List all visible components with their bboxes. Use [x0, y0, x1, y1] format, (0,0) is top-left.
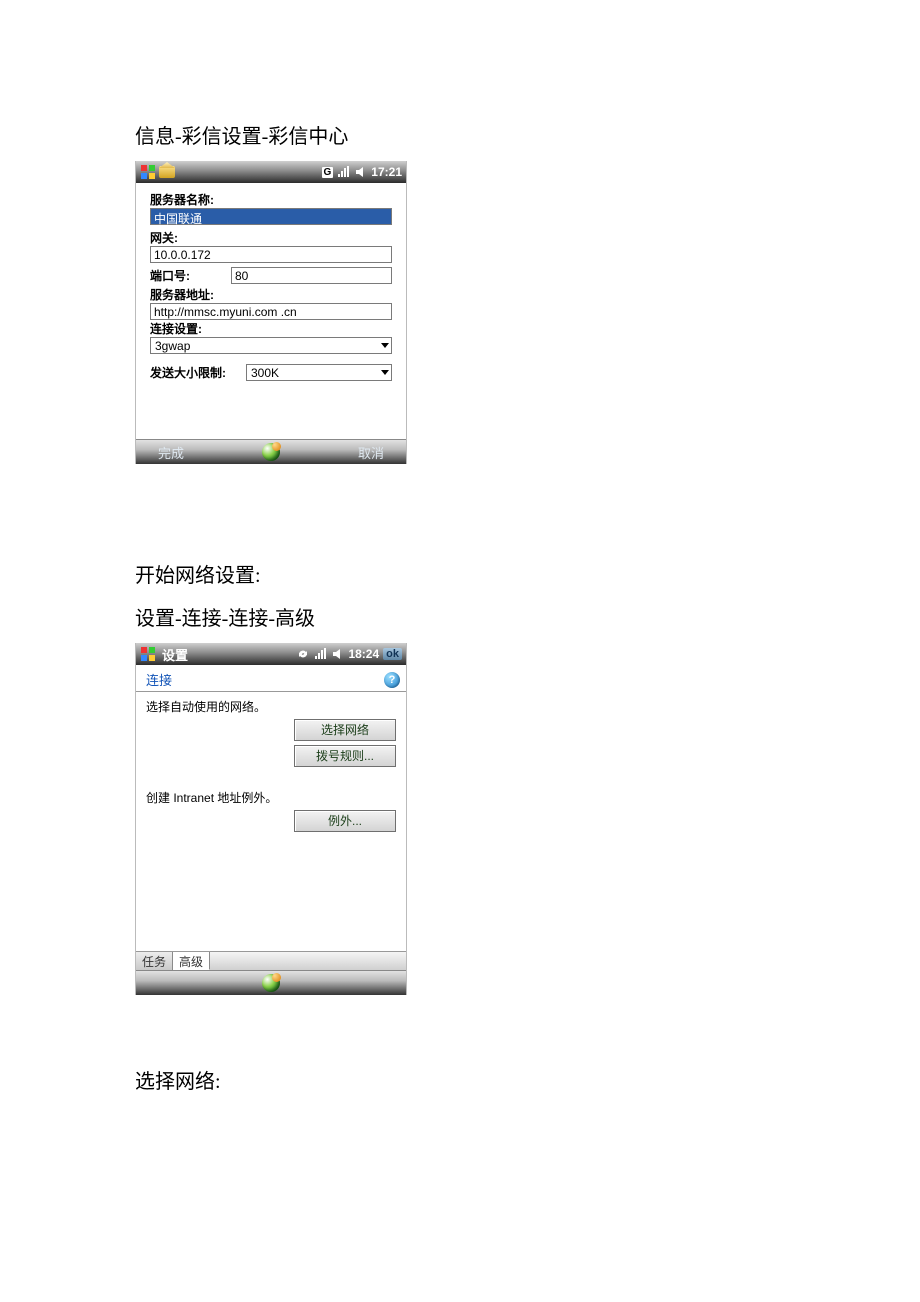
label-gateway: 网关:: [150, 229, 392, 246]
label-server-addr: 服务器地址:: [150, 286, 392, 303]
heading-conn-advanced: 设置-连接-连接-高级: [135, 602, 920, 631]
volume-icon: [332, 648, 344, 660]
start-icon[interactable]: [140, 646, 156, 662]
envelope-icon: [159, 166, 175, 178]
start-icon[interactable]: [140, 164, 156, 180]
button-select-network[interactable]: 选择网络: [294, 719, 396, 741]
tab-tasks[interactable]: 任务: [136, 952, 173, 970]
tab-advanced[interactable]: 高级: [173, 952, 210, 970]
bottom-tab-bar: 任务 高级: [136, 951, 406, 970]
home-orb-icon[interactable]: [262, 974, 280, 992]
sync-icon: [296, 648, 310, 660]
status-time: 17:21: [371, 165, 402, 179]
label-conn-setting: 连接设置:: [150, 320, 392, 337]
label-server-name: 服务器名称:: [150, 191, 392, 208]
softkey-bar: [136, 970, 406, 995]
button-dial-rules[interactable]: 拨号规则...: [294, 745, 396, 767]
softkey-done[interactable]: 完成: [158, 443, 184, 462]
gprs-indicator: G: [322, 167, 334, 178]
heading-mms-center: 信息-彩信设置-彩信中心: [135, 120, 920, 149]
button-exception[interactable]: 例外...: [294, 810, 396, 832]
input-server-name[interactable]: 中国联通: [150, 208, 392, 225]
chevron-down-icon: [381, 370, 389, 375]
volume-icon: [355, 166, 367, 178]
status-bar: 设置 18:24 ok: [136, 643, 406, 665]
home-orb-icon[interactable]: [262, 443, 280, 461]
title-settings: 设置: [162, 645, 188, 664]
heading-start-net: 开始网络设置:: [135, 559, 920, 588]
input-gateway[interactable]: 10.0.0.172: [150, 246, 392, 263]
input-port[interactable]: 80: [231, 267, 392, 284]
select-conn-setting[interactable]: 3gwap: [150, 337, 392, 354]
tab-connections[interactable]: 连接: [142, 668, 176, 691]
chevron-down-icon: [381, 343, 389, 348]
softkey-bar: 完成 取消: [136, 439, 406, 464]
select-send-limit[interactable]: 300K: [246, 364, 392, 381]
phone-screen-connections: 设置 18:24 ok 连接 ? 选择自动使用的网络。: [135, 643, 407, 995]
signal-icon: [337, 166, 351, 178]
label-send-limit: 发送大小限制:: [150, 364, 240, 381]
text-intranet-exception: 创建 Intranet 地址例外。: [146, 789, 396, 806]
softkey-cancel[interactable]: 取消: [358, 443, 384, 462]
select-conn-value: 3gwap: [155, 339, 190, 353]
signal-icon: [314, 648, 328, 660]
heading-select-network: 选择网络:: [135, 1065, 920, 1094]
status-time: 18:24: [348, 647, 379, 661]
label-port: 端口号:: [150, 267, 225, 284]
phone-screen-mms: G 17:21 服务器名称: 中国联通 网关: 10.0.0.172 端口号: …: [135, 161, 407, 464]
select-send-limit-value: 300K: [251, 366, 279, 380]
ok-button[interactable]: ok: [383, 648, 402, 660]
text-choose-network: 选择自动使用的网络。: [146, 698, 396, 715]
help-icon[interactable]: ?: [384, 672, 400, 688]
input-server-addr[interactable]: http://mmsc.myuni.com .cn: [150, 303, 392, 320]
status-bar: G 17:21: [136, 161, 406, 183]
